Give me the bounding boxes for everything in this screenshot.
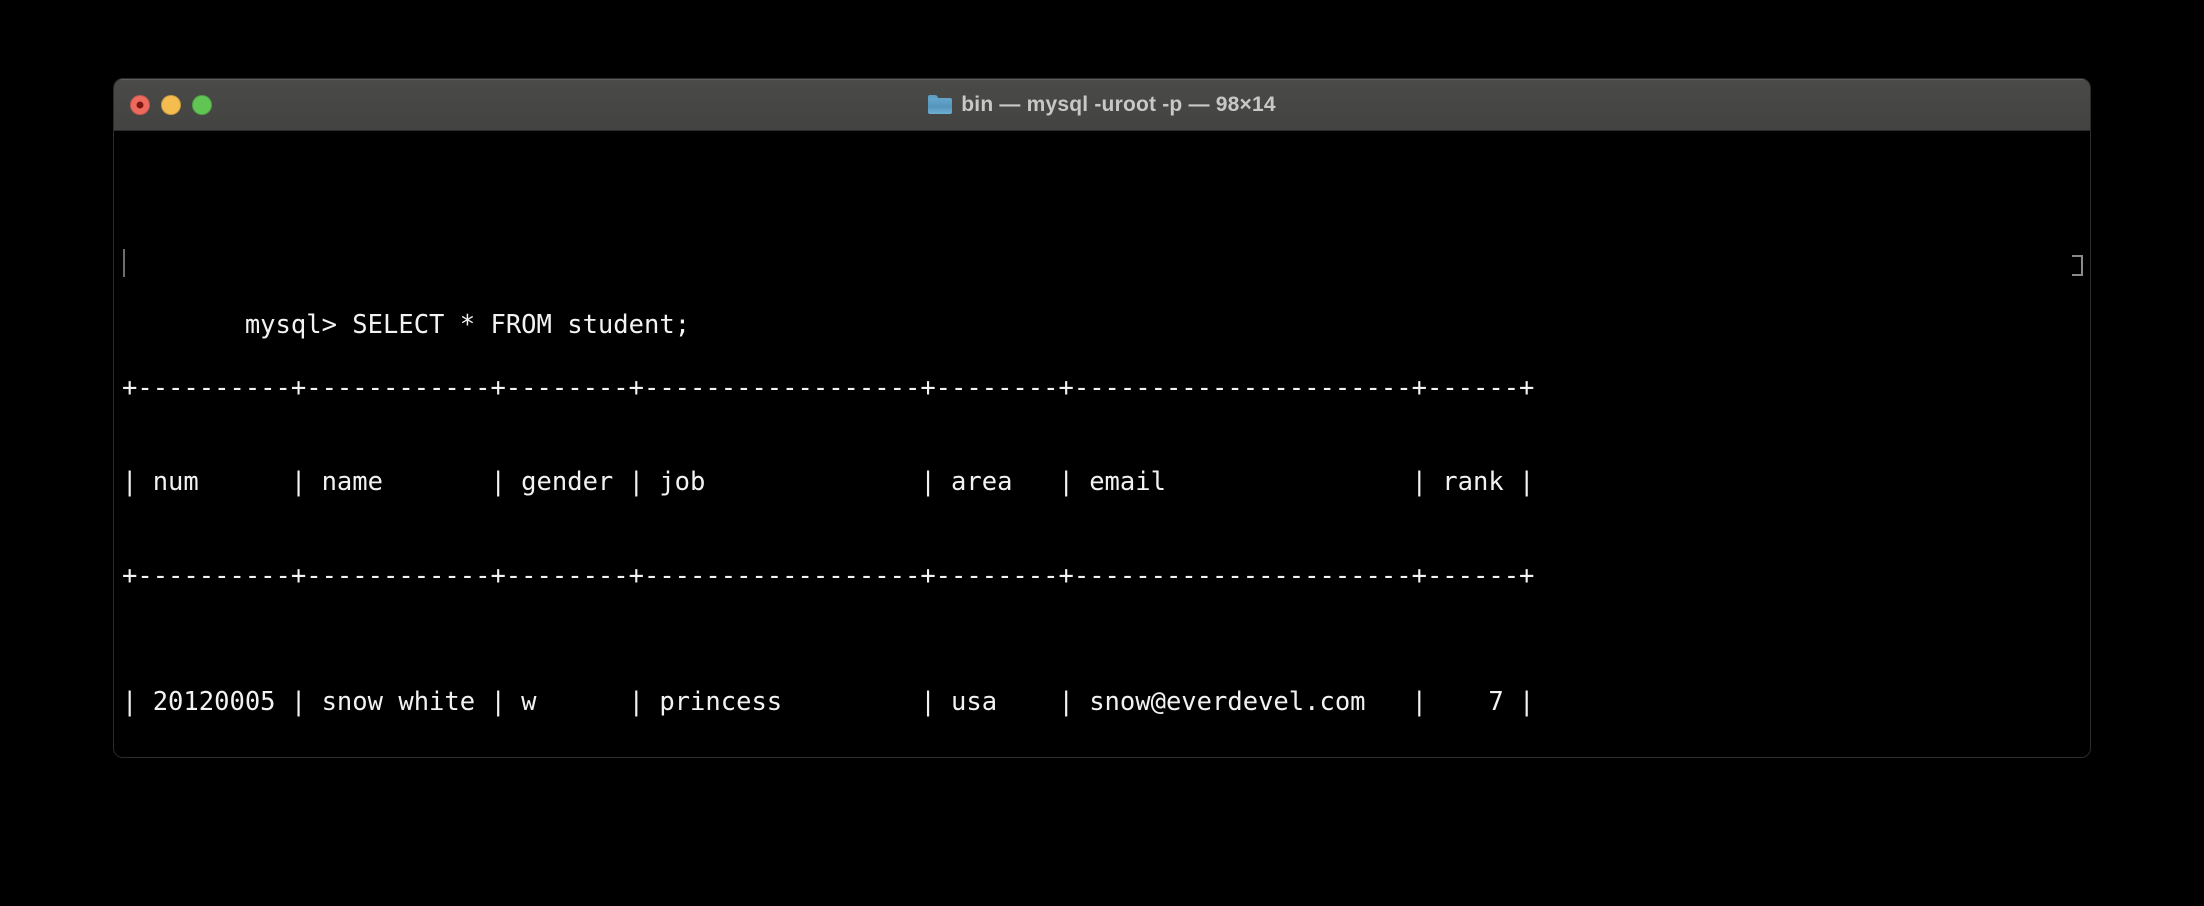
prompt-mark-left-icon [123, 249, 125, 278]
minimize-button[interactable] [161, 94, 181, 115]
table-row: | 20120005 | snow white | w | princess |… [122, 686, 1535, 717]
window-titlebar[interactable]: bin — mysql -uroot -p — 98×14 [114, 79, 2090, 131]
table-header-row: | num | name | gender | job | area | ema… [122, 467, 1535, 498]
table-separator-top: +----------+------------+--------+------… [122, 372, 1535, 403]
close-button[interactable] [130, 94, 150, 115]
folder-icon [928, 95, 953, 114]
terminal-window[interactable]: bin — mysql -uroot -p — 98×14 mysql> SEL… [113, 78, 2091, 758]
prompt-mark-right-icon [2072, 255, 2083, 277]
maximize-button[interactable] [192, 94, 212, 115]
command-text: mysql> SELECT * FROM student; [244, 310, 691, 341]
terminal-screen: mysql> SELECT * FROM student; +---------… [114, 153, 2090, 757]
window-controls [114, 94, 212, 115]
window-title: bin — mysql -uroot -p — 98×14 [961, 92, 1276, 116]
window-title-group: bin — mysql -uroot -p — 98×14 [114, 79, 2090, 130]
table-separator-header: +----------+------------+--------+------… [122, 561, 1535, 592]
terminal-line-command: mysql> SELECT * FROM student; [122, 247, 2090, 340]
terminal-body[interactable]: mysql> SELECT * FROM student; +---------… [114, 131, 2090, 757]
